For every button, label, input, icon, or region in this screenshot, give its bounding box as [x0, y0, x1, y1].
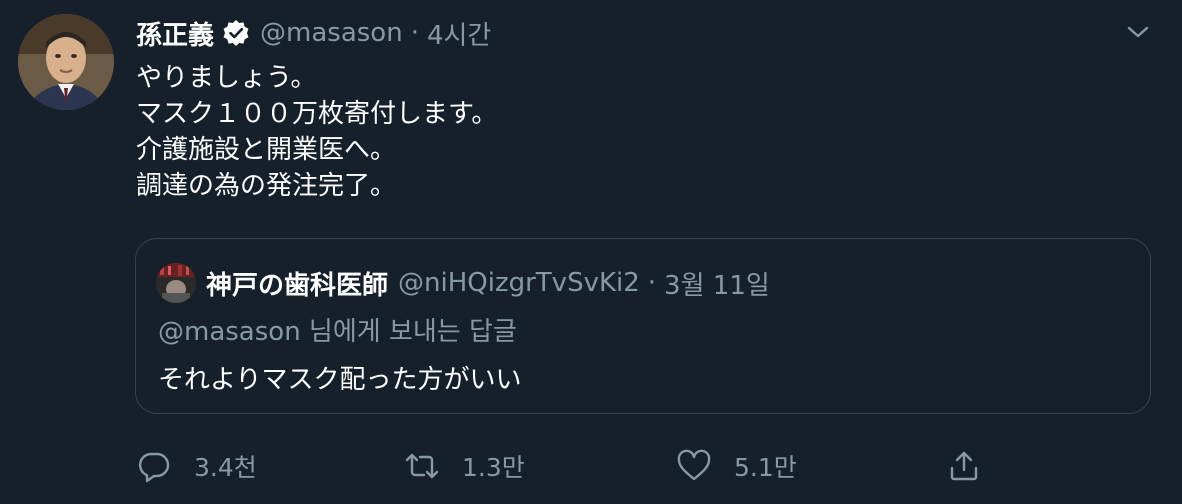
- retweet-icon: [404, 448, 440, 484]
- quoted-tweet[interactable]: 神戸の歯科医師 @niHQizgrTvSvKi2 · 3월 11일 @masas…: [135, 238, 1151, 414]
- quoted-header: 神戸の歯科医師 @niHQizgrTvSvKi2 · 3월 11일: [206, 263, 770, 303]
- quoted-user-handle[interactable]: @niHQizgrTvSvKi2: [398, 268, 640, 298]
- reply-icon: [136, 448, 172, 484]
- separator-dot: ·: [410, 18, 419, 48]
- retweet-count: 1.3만: [462, 453, 525, 482]
- quoted-display-name[interactable]: 神戸の歯科医師: [206, 265, 388, 302]
- heart-icon: [676, 448, 712, 484]
- tweet-time[interactable]: 4시간: [427, 15, 491, 52]
- share-icon: [946, 448, 982, 484]
- tweet-header: 孫正義 @masason · 4시간: [136, 14, 491, 52]
- chevron-down-icon[interactable]: [1122, 16, 1154, 48]
- quoted-date[interactable]: 3월 11일: [664, 265, 770, 302]
- separator-dot: ·: [647, 268, 657, 298]
- share-button[interactable]: [946, 444, 982, 488]
- tweet-actions: 3.4천 1.3만 5.1만: [136, 444, 1136, 488]
- like-count: 5.1만: [734, 453, 797, 482]
- like-button[interactable]: 5.1만: [676, 444, 797, 488]
- display-name[interactable]: 孫正義: [136, 15, 214, 52]
- quoted-avatar[interactable]: [156, 263, 196, 303]
- quoted-text: それよりマスク配った方がいい: [158, 365, 522, 395]
- verified-badge-icon: [222, 19, 250, 47]
- avatar[interactable]: [18, 14, 114, 110]
- retweet-button[interactable]: 1.3만: [404, 444, 525, 488]
- tweet-text-line: マスク１００万枚寄付します。: [136, 99, 498, 129]
- reply-to-label: @masason 님에게 보내는 답글: [158, 317, 517, 347]
- tweet-text: やりましょう。 マスク１００万枚寄付します。 介護施設と開業医へ。 調達の為の発…: [136, 60, 497, 204]
- tweet-text-line: やりましょう。: [136, 63, 317, 93]
- reply-button[interactable]: 3.4천: [136, 444, 257, 488]
- user-handle[interactable]: @masason: [260, 18, 403, 48]
- tweet[interactable]: 孫正義 @masason · 4시간 やりましょう。 マスク１００万枚寄付します…: [0, 0, 1182, 504]
- tweet-text-line: 調達の為の発注完了。: [136, 171, 397, 201]
- reply-count: 3.4천: [194, 453, 257, 482]
- tweet-text-line: 介護施設と開業医へ。: [136, 135, 397, 165]
